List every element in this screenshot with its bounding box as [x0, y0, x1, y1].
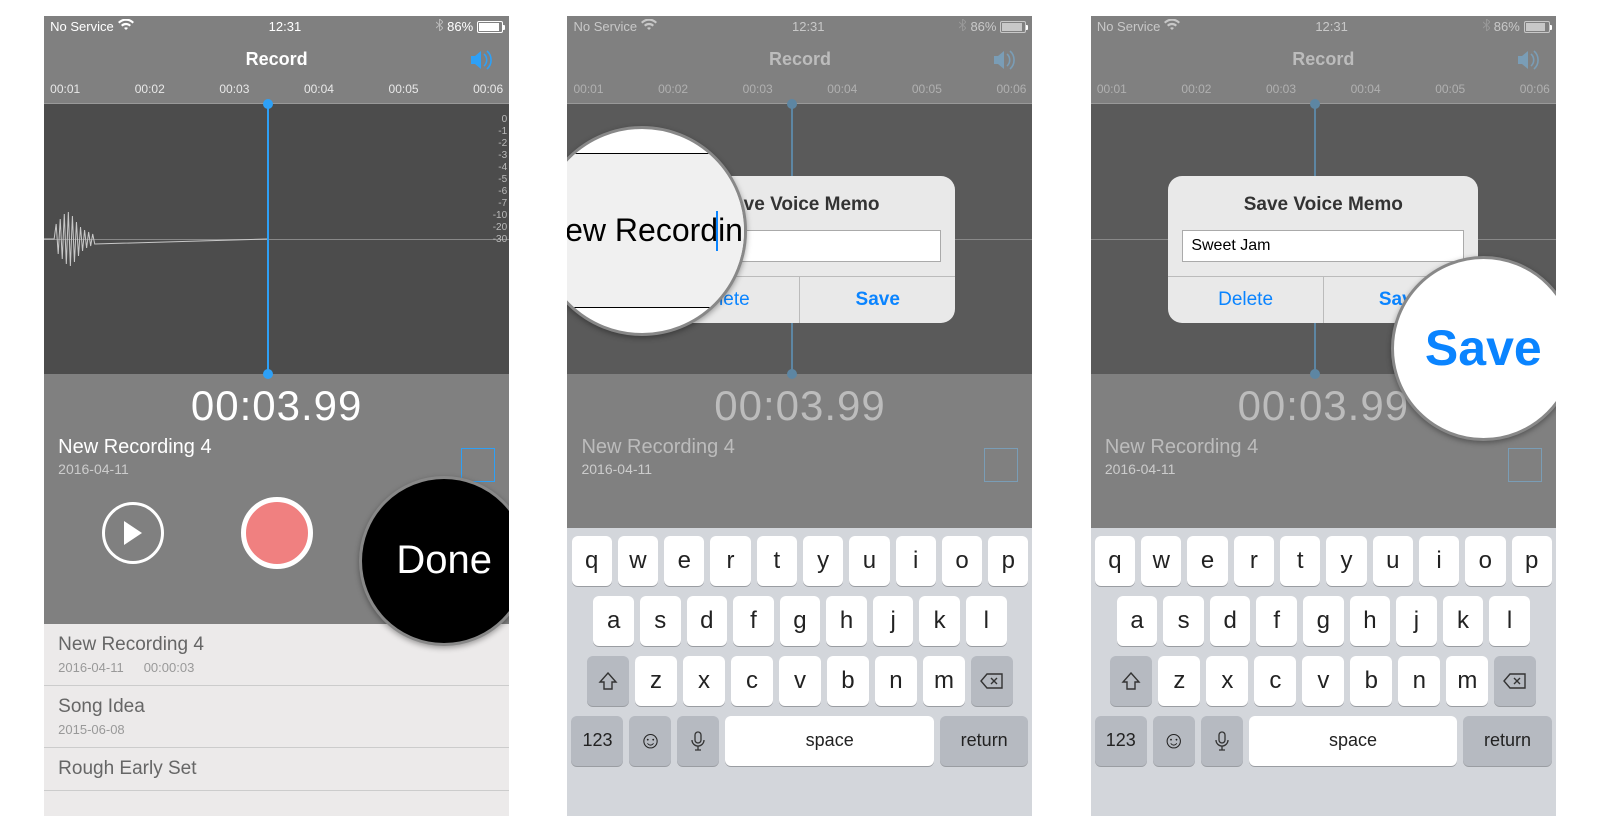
save-button[interactable]: Save	[799, 277, 955, 323]
trim-icon[interactable]	[461, 448, 495, 482]
dictation-key[interactable]	[1201, 716, 1243, 766]
nav-bar: Record	[44, 38, 509, 82]
return-key[interactable]: return	[940, 716, 1029, 766]
backspace-key[interactable]	[1494, 656, 1536, 706]
key-q[interactable]: q	[572, 536, 612, 586]
page-title: Record	[769, 49, 831, 70]
shift-key[interactable]	[587, 656, 629, 706]
page-title: Record	[246, 49, 308, 70]
bluetooth-icon	[1483, 19, 1490, 34]
screenshot-panel-1: No Service 12:31 86% Record 00:0100:0200…	[44, 16, 509, 816]
timer-text: 00:03.99	[44, 382, 509, 430]
recordings-list[interactable]: New Recording 4 2016-04-1100:00:03 Song …	[44, 624, 509, 816]
status-bar: No Service 12:31 86%	[1091, 16, 1556, 38]
backspace-key[interactable]	[971, 656, 1013, 706]
keyboard[interactable]: qwertyuiop asdfghjkl zxcvbnm 123☺spacere…	[567, 528, 1032, 816]
status-bar: No Service 12:31 86%	[567, 16, 1032, 38]
playhead[interactable]	[267, 104, 269, 374]
trim-icon	[1508, 448, 1542, 482]
clock-text: 12:31	[269, 19, 302, 34]
emoji-key[interactable]: ☺	[1153, 716, 1195, 766]
play-button[interactable]	[102, 502, 164, 564]
space-key[interactable]: space	[725, 716, 933, 766]
dialog-title: Save Voice Memo	[1168, 176, 1478, 230]
battery-pct: 86%	[447, 19, 473, 34]
waveform	[44, 194, 267, 284]
wifi-icon	[118, 19, 134, 34]
time-ruler: 00:0100:0200:0300:0400:0500:06	[44, 82, 509, 104]
emoji-key[interactable]: ☺	[629, 716, 671, 766]
page-title: Record	[1292, 49, 1354, 70]
bluetooth-icon	[959, 19, 966, 34]
keyboard[interactable]: qwertyuiop asdfghjkl zxcvbnm 123☺spacere…	[1091, 528, 1556, 816]
speaker-icon[interactable]	[469, 48, 495, 78]
battery-icon	[1524, 21, 1550, 33]
delete-button[interactable]: Delete	[1168, 277, 1323, 323]
return-key[interactable]: return	[1463, 716, 1552, 766]
waveform-area[interactable]: 0-1-2-3-4-5-6-7-10-20-30	[44, 104, 509, 374]
record-button[interactable]	[241, 497, 313, 569]
screenshot-panel-3: No Service 12:31 86% Record 00:0100:0200…	[1091, 16, 1556, 816]
status-bar: No Service 12:31 86%	[44, 16, 509, 38]
speaker-icon	[1516, 48, 1542, 78]
wifi-icon	[1164, 19, 1180, 34]
dictation-key[interactable]	[677, 716, 719, 766]
memo-name-input[interactable]	[1182, 230, 1464, 262]
db-scale: 0-1-2-3-4-5-6-7-10-20-30	[493, 114, 507, 246]
numbers-key[interactable]: 123	[571, 716, 623, 766]
screenshot-panel-2: No Service 12:31 86% Record 00:0100:0200…	[567, 16, 1032, 816]
recording-date: 2016-04-11	[58, 461, 495, 477]
battery-icon	[477, 21, 503, 33]
battery-icon	[1000, 21, 1026, 33]
wifi-icon	[641, 19, 657, 34]
list-item[interactable]: Song Idea 2015-06-08	[44, 686, 509, 748]
trim-icon	[984, 448, 1018, 482]
recording-name: New Recording 4	[58, 436, 495, 459]
list-item[interactable]: Rough Early Set	[44, 748, 509, 791]
carrier-text: No Service	[50, 19, 114, 34]
numbers-key[interactable]: 123	[1095, 716, 1147, 766]
bluetooth-icon	[436, 19, 443, 34]
shift-key[interactable]	[1110, 656, 1152, 706]
space-key[interactable]: space	[1249, 716, 1457, 766]
callout-new-recording: New Recordin	[567, 126, 747, 336]
timer-text: 00:03.99	[567, 382, 1032, 430]
speaker-icon	[992, 48, 1018, 78]
